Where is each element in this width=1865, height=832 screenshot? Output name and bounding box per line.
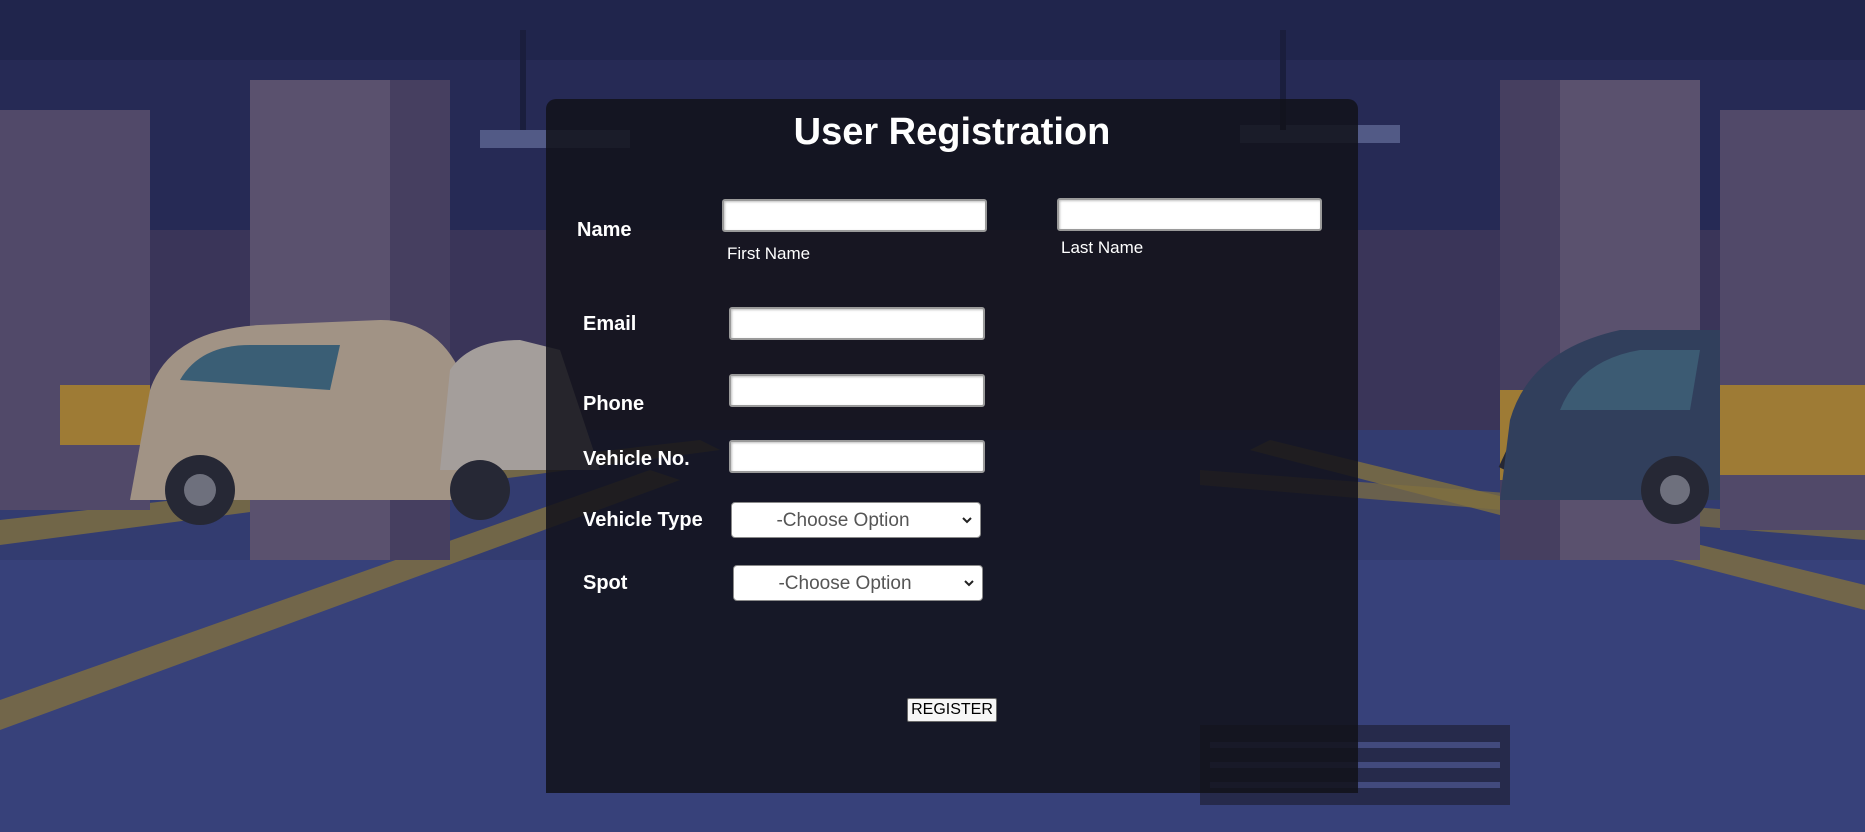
phone-input[interactable] <box>729 374 985 407</box>
last-name-caption: Last Name <box>1061 238 1144 257</box>
spot-label: Spot <box>583 572 628 594</box>
spot-select[interactable]: -Choose Option <box>733 565 983 601</box>
vehicle-no-input[interactable] <box>729 440 985 473</box>
email-label: Email <box>583 313 637 335</box>
first-name-input[interactable] <box>722 199 987 232</box>
name-label: Name <box>577 219 632 241</box>
vehicle-no-label: Vehicle No. <box>583 448 690 470</box>
vehicle-type-selected-value: -Choose Option <box>776 510 910 531</box>
vehicle-type-select[interactable]: -Choose Option <box>731 502 981 538</box>
phone-label: Phone <box>583 393 645 415</box>
first-name-caption: First Name <box>727 244 811 263</box>
register-button[interactable]: REGISTER <box>907 698 997 722</box>
email-input[interactable] <box>729 307 985 340</box>
page-title: User Registration <box>793 111 1111 153</box>
registration-panel: User Registration Name First Name Last N… <box>546 99 1358 793</box>
chevron-down-icon <box>964 580 974 587</box>
vehicle-type-label: Vehicle Type <box>583 509 703 531</box>
last-name-input[interactable] <box>1057 198 1322 231</box>
chevron-down-icon <box>962 517 972 524</box>
spot-selected-value: -Choose Option <box>778 573 912 594</box>
